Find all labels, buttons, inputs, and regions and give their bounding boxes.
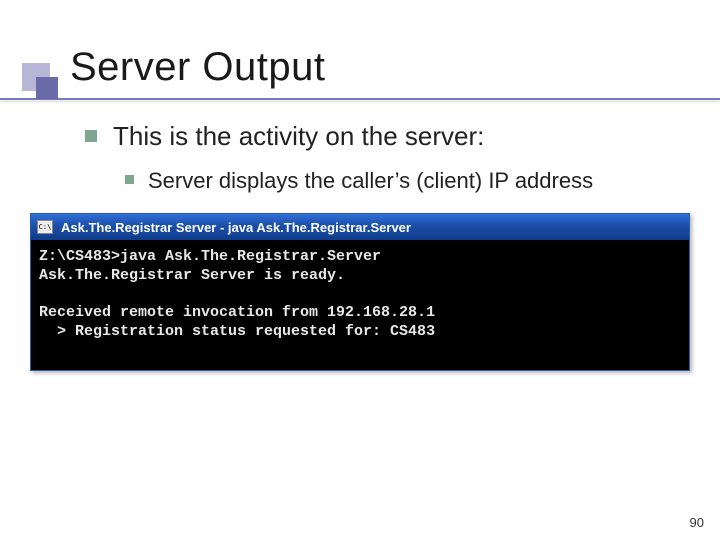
title-underline	[0, 98, 720, 100]
terminal-line: Z:\CS483>java Ask.The.Registrar.Server	[39, 248, 381, 265]
terminal-window: C:\ Ask.The.Registrar Server - java Ask.…	[30, 213, 690, 371]
slide: Server Output This is the activity on th…	[0, 0, 720, 540]
title-area: Server Output	[30, 45, 720, 100]
terminal-line: Ask.The.Registrar Server is ready.	[39, 267, 345, 284]
bullet-level2: Server displays the caller’s (client) IP…	[125, 167, 660, 196]
square-bullet-icon	[125, 175, 134, 184]
slide-title: Server Output	[30, 45, 720, 98]
deco-square-dark	[36, 77, 58, 99]
terminal-line: > Registration status requested for: CS4…	[39, 323, 435, 340]
square-bullet-icon	[85, 130, 97, 142]
page-number: 90	[690, 515, 704, 530]
terminal-line: Received remote invocation from 192.168.…	[39, 304, 435, 321]
terminal-output: Z:\CS483>java Ask.The.Registrar.Server A…	[31, 240, 689, 370]
cmd-icon: C:\	[37, 220, 53, 234]
sub-bullet-text: Server displays the caller’s (client) IP…	[148, 167, 593, 196]
terminal-window-title: Ask.The.Registrar Server - java Ask.The.…	[61, 220, 411, 235]
bullet-level1: This is the activity on the server:	[85, 120, 660, 153]
bullet-text: This is the activity on the server:	[113, 120, 484, 153]
content-area: This is the activity on the server: Serv…	[0, 100, 720, 195]
terminal-titlebar: C:\ Ask.The.Registrar Server - java Ask.…	[31, 214, 689, 240]
